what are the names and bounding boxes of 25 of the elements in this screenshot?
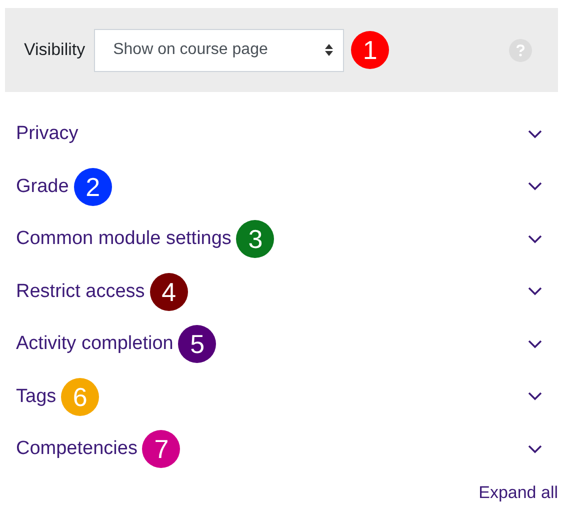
section-header[interactable]: Privacy [16,120,78,148]
section-header[interactable]: Grade [16,172,69,201]
chevron-icon[interactable] [528,444,542,454]
section-header[interactable]: Common module settings [16,225,232,254]
chevron-icon[interactable] [528,234,542,244]
number-badge: 2 [74,168,112,206]
number-badge: 3 [236,220,274,258]
updown-caret-icon [325,44,334,56]
expand-all-link[interactable]: Expand all [478,480,558,505]
chevron-icon[interactable] [528,340,542,349]
chevron-icon[interactable] [528,287,542,296]
number-badge: 6 [61,378,100,416]
section-header[interactable]: Tags [16,382,56,411]
section-header[interactable]: Restrict access [16,278,145,306]
chevron-icon[interactable] [528,182,542,192]
section-header[interactable]: Competencies [16,435,138,464]
visibility-select[interactable]: Show on course page [94,28,344,72]
chevron-icon[interactable] [528,392,542,402]
chevron-icon[interactable] [528,130,542,139]
visibility-label: Visibility [24,39,86,62]
section-header[interactable]: Activity completion [16,330,174,358]
number-badge: 4 [150,272,188,311]
number-badge: 1 [351,31,390,69]
number-badge: 5 [178,325,216,364]
number-badge: 7 [142,430,180,468]
